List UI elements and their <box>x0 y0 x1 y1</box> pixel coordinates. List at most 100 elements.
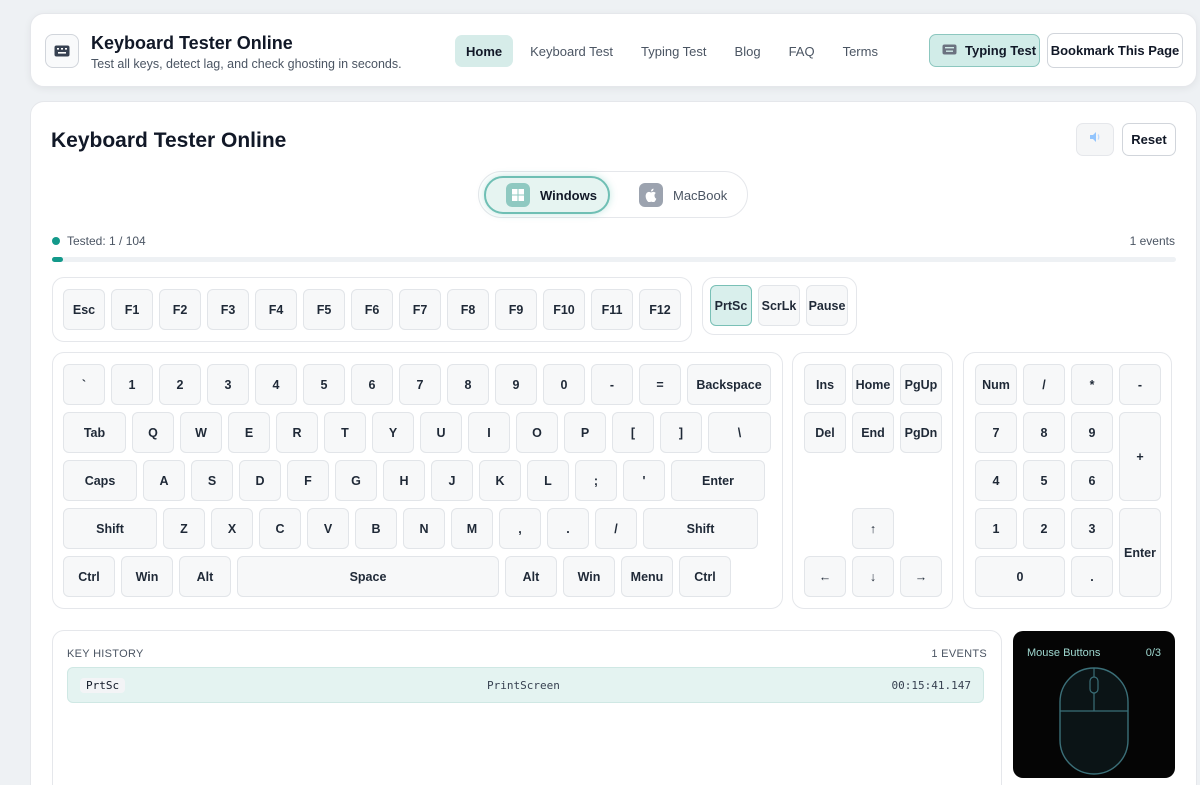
key-4[interactable]: 4 <box>255 364 297 405</box>
key-f6[interactable]: F6 <box>351 289 393 330</box>
key-f8[interactable]: F8 <box>447 289 489 330</box>
key-menu[interactable]: Menu <box>621 556 673 597</box>
key-pgdn[interactable]: PgDn <box>900 412 942 453</box>
key-backslash[interactable]: \ <box>708 412 771 453</box>
key-3[interactable]: 3 <box>1071 508 1113 549</box>
key-7[interactable]: 7 <box>399 364 441 405</box>
key-win[interactable]: Win <box>563 556 615 597</box>
key-num[interactable]: Num <box>975 364 1017 405</box>
key-enter[interactable]: Enter <box>671 460 765 501</box>
key-f4[interactable]: F4 <box>255 289 297 330</box>
key-g[interactable]: G <box>335 460 377 501</box>
key-7[interactable]: 7 <box>975 412 1017 453</box>
key-period[interactable]: . <box>547 508 589 549</box>
key-ins[interactable]: Ins <box>804 364 846 405</box>
key-prtsc[interactable]: PrtSc <box>710 285 752 326</box>
key-equals[interactable]: = <box>639 364 681 405</box>
key-f2[interactable]: F2 <box>159 289 201 330</box>
reset-button[interactable]: Reset <box>1122 123 1176 156</box>
key-f12[interactable]: F12 <box>639 289 681 330</box>
key-z[interactable]: Z <box>163 508 205 549</box>
key-minus[interactable]: - <box>591 364 633 405</box>
key-period[interactable]: . <box>1071 556 1113 597</box>
key-3[interactable]: 3 <box>207 364 249 405</box>
sound-toggle-button[interactable] <box>1076 123 1114 156</box>
key-8[interactable]: 8 <box>447 364 489 405</box>
key-f5[interactable]: F5 <box>303 289 345 330</box>
key-win[interactable]: Win <box>121 556 173 597</box>
key-u[interactable]: U <box>420 412 462 453</box>
key-l[interactable]: L <box>527 460 569 501</box>
key-y[interactable]: Y <box>372 412 414 453</box>
key-a[interactable]: A <box>143 460 185 501</box>
key-r[interactable]: R <box>276 412 318 453</box>
key-scrlk[interactable]: ScrLk <box>758 285 800 326</box>
key-home[interactable]: Home <box>852 364 894 405</box>
key-quote[interactable]: ' <box>623 460 665 501</box>
key-v[interactable]: V <box>307 508 349 549</box>
key-c[interactable]: C <box>259 508 301 549</box>
nav-typing-test[interactable]: Typing Test <box>630 35 718 67</box>
key-n[interactable]: N <box>403 508 445 549</box>
key-i[interactable]: I <box>468 412 510 453</box>
key-alt[interactable]: Alt <box>179 556 231 597</box>
key-pgup[interactable]: PgUp <box>900 364 942 405</box>
nav-keyboard-test[interactable]: Keyboard Test <box>519 35 624 67</box>
key-m[interactable]: M <box>451 508 493 549</box>
key-q[interactable]: Q <box>132 412 174 453</box>
key-9[interactable]: 9 <box>1071 412 1113 453</box>
key-6[interactable]: 6 <box>351 364 393 405</box>
key-f1[interactable]: F1 <box>111 289 153 330</box>
key-6[interactable]: 6 <box>1071 460 1113 501</box>
nav-terms[interactable]: Terms <box>832 35 889 67</box>
key-shift[interactable]: Shift <box>63 508 157 549</box>
key-rbracket[interactable]: ] <box>660 412 702 453</box>
key-0[interactable]: 0 <box>975 556 1065 597</box>
nav-blog[interactable]: Blog <box>724 35 772 67</box>
key-1[interactable]: 1 <box>975 508 1017 549</box>
key-0[interactable]: 0 <box>543 364 585 405</box>
key-semicolon[interactable]: ; <box>575 460 617 501</box>
key-arrow-right[interactable]: → <box>900 556 942 597</box>
key-w[interactable]: W <box>180 412 222 453</box>
key-2[interactable]: 2 <box>159 364 201 405</box>
key-caps[interactable]: Caps <box>63 460 137 501</box>
brand-title[interactable]: Keyboard Tester Online <box>91 33 293 54</box>
key-5[interactable]: 5 <box>303 364 345 405</box>
key-arrow-down[interactable]: ↓ <box>852 556 894 597</box>
key-x[interactable]: X <box>211 508 253 549</box>
key-2[interactable]: 2 <box>1023 508 1065 549</box>
nav-faq[interactable]: FAQ <box>778 35 826 67</box>
key-f3[interactable]: F3 <box>207 289 249 330</box>
key-d[interactable]: D <box>239 460 281 501</box>
key-p[interactable]: P <box>564 412 606 453</box>
key-asterisk[interactable]: * <box>1071 364 1113 405</box>
key-h[interactable]: H <box>383 460 425 501</box>
key-k[interactable]: K <box>479 460 521 501</box>
key-j[interactable]: J <box>431 460 473 501</box>
key-1[interactable]: 1 <box>111 364 153 405</box>
mouse-icon[interactable] <box>1057 665 1131 782</box>
key-alt[interactable]: Alt <box>505 556 557 597</box>
key-b[interactable]: B <box>355 508 397 549</box>
key-backtick[interactable]: ` <box>63 364 105 405</box>
key-pause[interactable]: Pause <box>806 285 848 326</box>
typing-test-button[interactable]: Typing Test <box>929 34 1040 67</box>
key-f[interactable]: F <box>287 460 329 501</box>
key-e[interactable]: E <box>228 412 270 453</box>
key-9[interactable]: 9 <box>495 364 537 405</box>
key-arrow-left[interactable]: ← <box>804 556 846 597</box>
key-f10[interactable]: F10 <box>543 289 585 330</box>
key-lbracket[interactable]: [ <box>612 412 654 453</box>
key-esc[interactable]: Esc <box>63 289 105 330</box>
key-4[interactable]: 4 <box>975 460 1017 501</box>
key-arrow-up[interactable]: ↑ <box>852 508 894 549</box>
key-shift[interactable]: Shift <box>643 508 758 549</box>
key-8[interactable]: 8 <box>1023 412 1065 453</box>
key-f7[interactable]: F7 <box>399 289 441 330</box>
key-s[interactable]: S <box>191 460 233 501</box>
key-f11[interactable]: F11 <box>591 289 633 330</box>
keyboard-icon[interactable] <box>45 34 79 68</box>
key-tab[interactable]: Tab <box>63 412 126 453</box>
key-ctrl[interactable]: Ctrl <box>679 556 731 597</box>
